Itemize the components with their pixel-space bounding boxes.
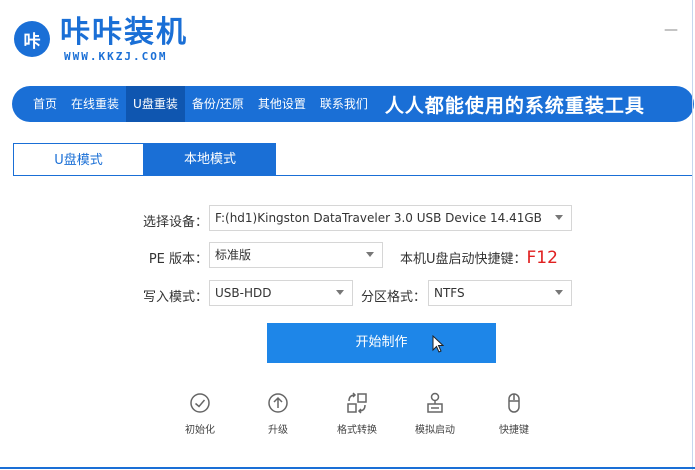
chevron-down-icon [366, 252, 374, 257]
minimize-button[interactable]: — [664, 22, 678, 38]
write-mode-select[interactable]: USB-HDD [209, 280, 353, 306]
upgrade-label: 升级 [268, 425, 288, 436]
tab-usb-mode[interactable]: U盘模式 [13, 143, 144, 176]
shortcut-tool[interactable]: 快捷键 [479, 392, 549, 436]
window-right-border [692, 0, 693, 470]
check-circle-icon [190, 393, 210, 413]
logo-icon: 咔 [14, 21, 50, 57]
brand-url: WWW.KKZJ.COM [64, 50, 168, 63]
main-nav: 首页 在线重装 U盘重装 备份/还原 其他设置 联系我们 人人都能使用的系统重装… [12, 86, 694, 122]
mouse-cursor-icon [432, 335, 444, 353]
tab-local-mode[interactable]: 本地模式 [144, 143, 276, 176]
hotkey-label: 本机U盘启动快捷键：F12 [400, 248, 558, 268]
pe-version-select[interactable]: 标准版 [209, 242, 383, 268]
convert-icon [347, 392, 367, 414]
logo-text: 咔 [23, 31, 41, 52]
init-tool[interactable]: 初始化 [165, 392, 235, 436]
nav-item-home[interactable]: 首页 [26, 86, 64, 122]
partition-value: NTFS [434, 286, 465, 300]
start-create-button[interactable]: 开始制作 [267, 323, 496, 363]
pe-label: PE 版本： [148, 252, 208, 267]
device-select[interactable]: F:(hd1)Kingston DataTraveler 3.0 USB Dev… [209, 205, 572, 231]
device-label: 选择设备： [142, 215, 208, 230]
arrow-up-circle-icon [268, 393, 288, 413]
partition-label: 分区格式： [361, 290, 427, 305]
nav-item-other-settings[interactable]: 其他设置 [251, 86, 313, 122]
hotkey-label-text: 本机U盘启动快捷键： [400, 252, 527, 267]
chevron-down-icon [555, 215, 563, 220]
brand-name: 咔咔装机 [60, 15, 188, 50]
tab-divider [13, 175, 693, 176]
pe-value: 标准版 [215, 248, 252, 262]
window-bottom-border [0, 467, 695, 469]
chevron-down-icon [336, 290, 344, 295]
nav-item-usb-reinstall[interactable]: U盘重装 [126, 86, 185, 122]
upgrade-tool[interactable]: 升级 [243, 392, 313, 436]
nav-slogan: 人人都能使用的系统重装工具 [384, 94, 645, 117]
simulate-boot-label: 模拟启动 [415, 425, 455, 436]
format-convert-tool[interactable]: 格式转换 [322, 392, 392, 436]
write-mode-label: 写入模式： [142, 290, 208, 305]
usb-device-icon [427, 392, 443, 413]
hotkey-value: F12 [526, 248, 558, 268]
device-value: F:(hd1)Kingston DataTraveler 3.0 USB Dev… [215, 211, 542, 225]
nav-item-online-reinstall[interactable]: 在线重装 [64, 86, 126, 122]
mouse-icon [508, 393, 520, 413]
format-convert-label: 格式转换 [337, 425, 377, 436]
simulate-boot-tool[interactable]: 模拟启动 [400, 392, 470, 436]
partition-select[interactable]: NTFS [428, 280, 572, 306]
nav-item-contact[interactable]: 联系我们 [313, 86, 375, 122]
chevron-down-icon [555, 290, 563, 295]
write-mode-value: USB-HDD [215, 286, 272, 300]
shortcut-label: 快捷键 [499, 425, 529, 436]
init-label: 初始化 [185, 425, 215, 436]
nav-item-backup-restore[interactable]: 备份/还原 [185, 86, 251, 122]
